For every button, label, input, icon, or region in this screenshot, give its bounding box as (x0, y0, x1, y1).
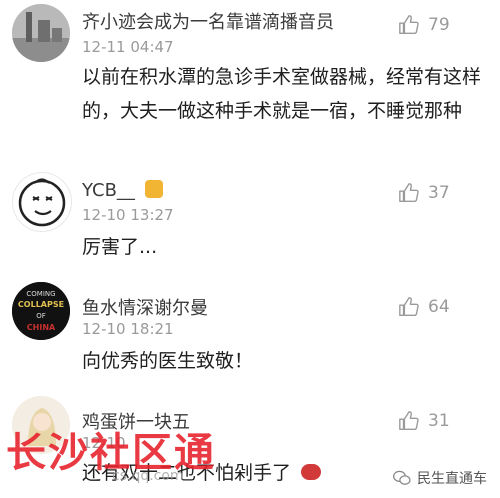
commenter-name[interactable]: 鱼水情深谢尔曼 (82, 294, 208, 320)
avatar-text: CHINA (27, 323, 56, 332)
avatar[interactable] (12, 172, 72, 232)
like-button[interactable]: 64 (398, 296, 450, 318)
watermark-url: cs.qq.com (112, 468, 184, 484)
like-count: 79 (428, 15, 450, 35)
commenter-name-text: YCB__ (82, 180, 135, 201)
comment-time: 12-10 18:21 (82, 320, 174, 338)
comment-text: 厉害了... (82, 236, 158, 258)
watermark-account: 民生直通车 (392, 468, 487, 488)
thumbs-up-icon (399, 297, 419, 316)
thumbs-up-icon (399, 183, 419, 202)
thumbs-up-icon (399, 411, 419, 430)
comment-text: 以前在积水潭的急诊手术室做器械，经常有这样的，大夫一做这种手术就是一宿，不睡觉那… (82, 66, 482, 122)
avatar-text: COLLAPSE (18, 300, 64, 309)
like-button[interactable]: 37 (398, 182, 450, 204)
like-count: 37 (428, 183, 450, 203)
avatar-text: COMING (26, 290, 55, 298)
watermark-account-name: 民生直通车 (417, 471, 487, 487)
comment-time: 12-11 04:47 (82, 38, 174, 56)
comment-time: 12-10 13:27 (82, 206, 174, 224)
like-button[interactable]: 79 (398, 14, 450, 36)
like-button[interactable]: 31 (398, 410, 450, 432)
watermark-logo-text: 长沙社区通 (6, 430, 216, 476)
avatar[interactable]: COMING COLLAPSE OF CHINA (12, 282, 70, 340)
commenter-name[interactable]: 齐小迹会成为一名靠谱滴播音员 (82, 8, 334, 34)
thumbs-up-icon (399, 15, 419, 34)
commenter-name[interactable]: YCB__ (82, 180, 163, 201)
comment-text: 向优秀的医生致敬！ (82, 350, 254, 372)
avatar-text: OF (36, 312, 46, 320)
emoji-icon (144, 180, 163, 198)
emoji-icon (301, 464, 322, 480)
wechat-icon (393, 470, 411, 485)
like-count: 64 (428, 297, 450, 317)
like-count: 31 (428, 411, 450, 431)
avatar[interactable] (12, 4, 70, 62)
